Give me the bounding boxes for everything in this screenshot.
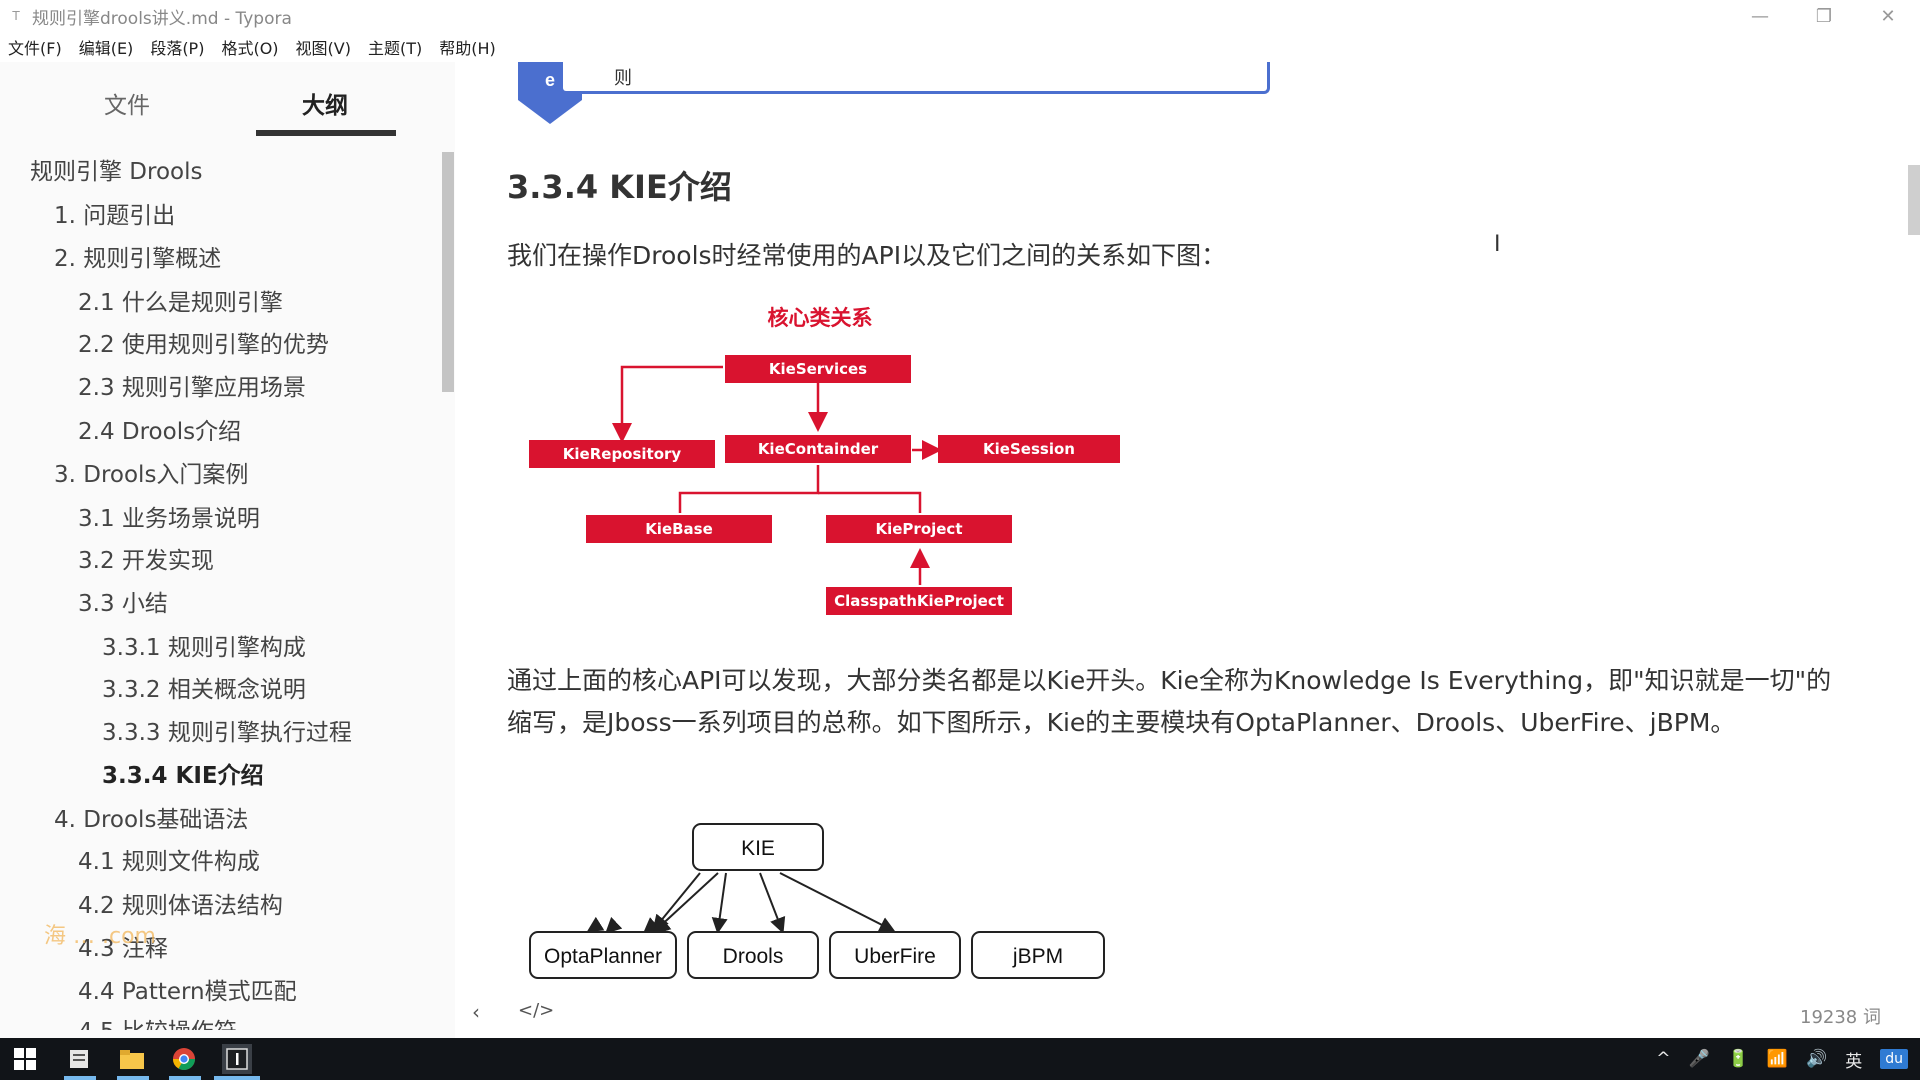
sidebar: 文件 大纲 规则引擎 Drools 1. 问题引出 2. 规则引擎概述 2.1 …: [0, 62, 455, 1038]
toggle-sidebar-button[interactable]: ‹: [472, 1000, 480, 1024]
outline-item-active[interactable]: 3.3.4 KIE介绍: [102, 756, 264, 790]
outline-item[interactable]: 2. 规则引擎概述: [54, 239, 221, 273]
outline-item[interactable]: 3. Drools入门案例: [54, 455, 248, 489]
taskbar-running-indicator: [117, 1076, 149, 1080]
tab-files[interactable]: 文件: [104, 86, 150, 120]
outline-item[interactable]: 3.3.1 规则引擎构成: [102, 628, 306, 662]
editor-scrollbar[interactable]: [1908, 165, 1920, 235]
kie-child-label: jBPM: [1012, 945, 1063, 968]
menu-format[interactable]: 格式(O): [221, 35, 278, 59]
close-button[interactable]: ✕: [1856, 0, 1920, 32]
node-kiebase-label: KieBase: [645, 520, 713, 538]
menu-paragraph[interactable]: 段落(P): [150, 35, 204, 59]
input-language-indicator[interactable]: 英: [1845, 1047, 1862, 1072]
menu-view[interactable]: 视图(V): [296, 35, 351, 59]
taskbar: [0, 1038, 1920, 1080]
watermark: 海 … .com: [44, 924, 156, 949]
menu-bar: 文件(F) 编辑(E) 段落(P) 格式(O) 视图(V) 主题(T) 帮助(H…: [0, 32, 1920, 62]
active-tab-indicator: [256, 130, 396, 136]
paragraph[interactable]: 通过上面的核心API可以发现，大部分类名都是以Kie开头。Kie全称为Knowl…: [507, 660, 1847, 744]
kie-child-label: OptaPlanner: [544, 945, 662, 968]
node-classpathkieproject-label: ClasspathKieProject: [834, 592, 1004, 610]
kie-connectors: [586, 872, 701, 933]
outline-item[interactable]: 4.2 规则体语法结构: [78, 886, 283, 920]
title-bar: T 规则引擎drools讲义.md - Typora — ❐ ✕: [0, 0, 1920, 32]
menu-help[interactable]: 帮助(H): [439, 35, 496, 59]
outline-item[interactable]: 3.1 业务场景说明: [78, 499, 260, 533]
outline-item[interactable]: 3.3.2 相关概念说明: [102, 670, 306, 704]
outline-item[interactable]: 4.1 规则文件构成: [78, 842, 260, 876]
outline-item[interactable]: 2.1 什么是规则引擎: [78, 283, 283, 317]
microphone-icon[interactable]: 🎤: [1689, 1049, 1710, 1069]
baidu-input-icon[interactable]: du: [1880, 1049, 1908, 1069]
outline-item[interactable]: 1. 问题引出: [54, 196, 175, 230]
minimize-button[interactable]: —: [1728, 0, 1792, 32]
outline-item[interactable]: 3.2 开发实现: [78, 541, 214, 575]
node-kieservices-label: KieServices: [769, 360, 867, 378]
menu-theme[interactable]: 主题(T): [368, 35, 422, 59]
outline-item[interactable]: 3.3 小结: [78, 584, 168, 618]
menu-file[interactable]: 文件(F): [8, 35, 62, 59]
system-tray: ^ 🎤 🔋 📶 🔊 英 du: [1638, 1038, 1908, 1080]
windows-start-icon[interactable]: [10, 1044, 40, 1074]
outline-item[interactable]: 3.3.3 规则引擎执行过程: [102, 713, 352, 747]
callout-badge-letter: e: [545, 70, 555, 90]
text-cursor-icon: I: [1494, 232, 1501, 257]
volume-icon[interactable]: 🔊: [1806, 1049, 1827, 1069]
outline-item[interactable]: 规则引擎 Drools: [30, 152, 203, 186]
outline-item[interactable]: 2.2 使用规则引擎的优势: [78, 325, 329, 359]
node-kieproject-label: KieProject: [875, 520, 962, 538]
kie-child-label: UberFire: [854, 945, 936, 968]
callout-text: 则: [614, 68, 632, 89]
sidebar-tabs: 文件 大纲: [0, 62, 455, 138]
outline-item[interactable]: 4. Drools基础语法: [54, 800, 248, 834]
callout-box: [560, 62, 1270, 94]
outline-item[interactable]: 4.5 比较操作符: [78, 1012, 237, 1030]
diagram-connectors: [612, 365, 942, 585]
taskbar-running-indicator: [169, 1076, 201, 1080]
word-count[interactable]: 19238 词: [1800, 1003, 1881, 1029]
network-icon[interactable]: 📶: [1767, 1049, 1788, 1069]
kie-child-label: Drools: [723, 945, 784, 968]
window-controls: — ❐ ✕: [1728, 0, 1920, 32]
node-kiecontainder-label: KieContainder: [758, 440, 879, 458]
notepad-icon[interactable]: [64, 1044, 94, 1074]
window-title: 规则引擎drools讲义.md - Typora: [32, 8, 292, 29]
tab-outline[interactable]: 大纲: [302, 86, 348, 120]
typora-app-icon: T: [12, 9, 20, 23]
sidebar-scrollbar[interactable]: [442, 152, 454, 392]
section-heading[interactable]: 3.3.4 KIE介绍: [507, 162, 732, 208]
taskbar-running-indicator: [64, 1076, 96, 1080]
node-kiesession-label: KieSession: [983, 440, 1075, 458]
battery-icon[interactable]: 🔋: [1728, 1049, 1749, 1069]
taskbar-active-indicator: [214, 1076, 260, 1080]
core-class-diagram: 核心类关系 KieServices KieRepository KieConta…: [529, 306, 1120, 615]
node-kierepository-label: KieRepository: [563, 445, 682, 463]
menu-edit[interactable]: 编辑(E): [79, 35, 134, 59]
kie-root-label: KIE: [741, 837, 775, 860]
chrome-icon[interactable]: [169, 1044, 199, 1074]
outline-item[interactable]: 4.4 Pattern模式匹配: [78, 972, 297, 1006]
diagram-title: 核心类关系: [768, 306, 873, 330]
tray-overflow-icon[interactable]: ^: [1656, 1049, 1670, 1069]
file-explorer-icon[interactable]: [117, 1044, 147, 1074]
outline-item[interactable]: 2.4 Drools介绍: [78, 412, 241, 446]
paragraph[interactable]: 我们在操作Drools时经常使用的API以及它们之间的关系如下图：: [507, 236, 1226, 272]
kie-modules-diagram: KIE OptaPlanner Drools UberFire jBPM: [529, 823, 1105, 979]
outline-item[interactable]: 2.3 规则引擎应用场景: [78, 368, 306, 402]
typora-taskbar-icon[interactable]: [222, 1044, 252, 1074]
restore-button[interactable]: ❐: [1792, 0, 1856, 32]
source-mode-button[interactable]: </>: [518, 1000, 554, 1021]
